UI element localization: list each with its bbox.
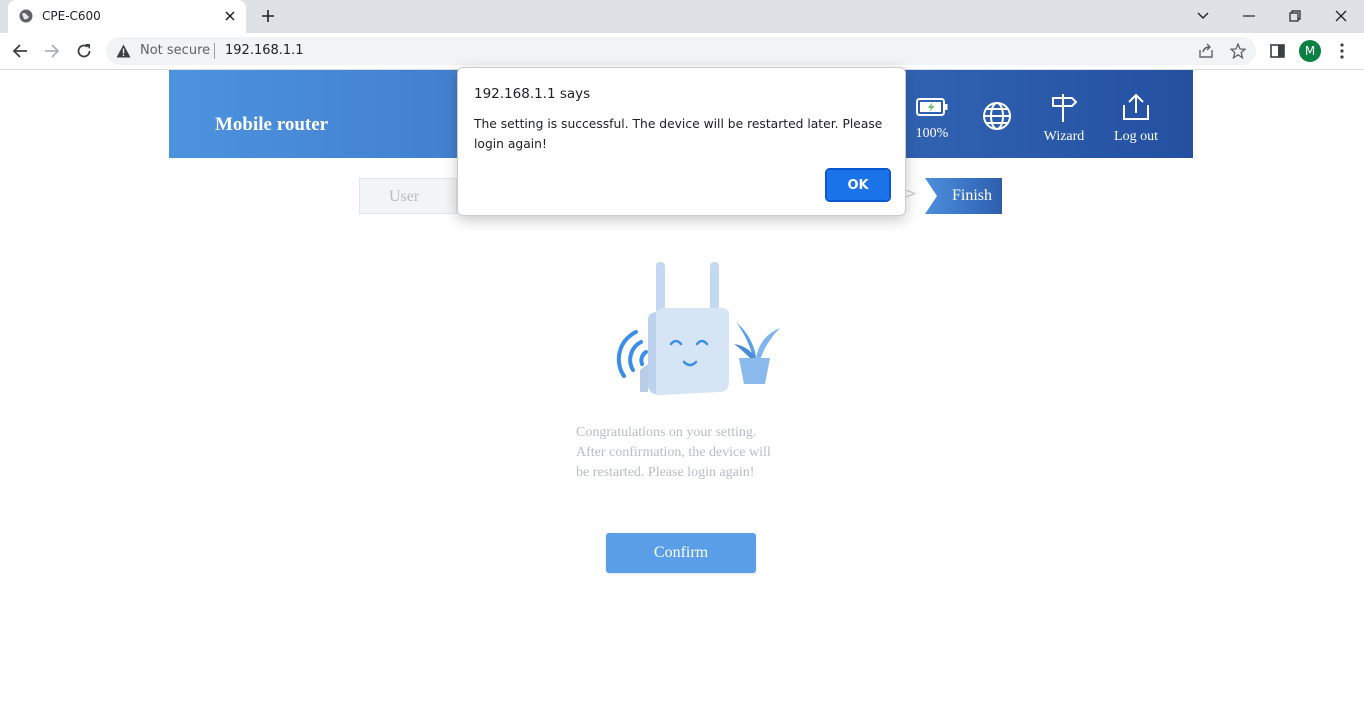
- back-arrow-icon[interactable]: [8, 39, 32, 63]
- profile-avatar[interactable]: M: [1299, 40, 1321, 62]
- brand-title: Mobile router: [215, 114, 329, 135]
- message-line-2: After confirmation, the device will: [576, 445, 771, 460]
- warning-icon: [116, 44, 131, 58]
- security-label[interactable]: Not secure: [140, 43, 210, 58]
- dialog-message: The setting is successful. The device wi…: [474, 117, 883, 151]
- globe-favicon-icon: [19, 9, 33, 23]
- kebab-menu-icon[interactable]: [1331, 40, 1353, 62]
- battery-icon: [916, 98, 948, 121]
- logout-label: Log out: [1114, 129, 1158, 144]
- battery-status: 100%: [902, 70, 962, 158]
- minimize-icon[interactable]: [1237, 4, 1261, 28]
- tab-close-icon[interactable]: [222, 8, 238, 24]
- step-finish: Finish: [925, 178, 1002, 214]
- tab-title: CPE-C600: [42, 9, 101, 23]
- side-panel-icon[interactable]: [1266, 40, 1288, 62]
- new-tab-icon[interactable]: [258, 6, 278, 26]
- message-line-1: Congratulations on your setting.: [576, 425, 757, 440]
- message-line-3: be restarted. Please login again!: [576, 465, 755, 480]
- dialog-title: 192.168.1.1 says: [474, 86, 591, 102]
- tab-search-chevron-icon[interactable]: [1191, 4, 1215, 28]
- step-user-label: User: [389, 188, 420, 205]
- close-window-icon[interactable]: [1329, 4, 1353, 28]
- wizard-label: Wizard: [1043, 129, 1085, 144]
- logout-button[interactable]: Log out: [1107, 70, 1165, 158]
- step-finish-label: Finish: [952, 187, 993, 204]
- globe-icon[interactable]: [982, 101, 1012, 136]
- url-text[interactable]: 192.168.1.1: [225, 43, 304, 58]
- browser-toolbar: Not secure 192.168.1.1 M: [0, 33, 1364, 70]
- browser-tab-strip: CPE-C600: [0, 0, 1364, 33]
- forward-arrow-icon[interactable]: [40, 39, 64, 63]
- omnibox-divider: [214, 43, 215, 59]
- restore-icon[interactable]: [1283, 4, 1307, 28]
- bookmark-star-icon[interactable]: [1228, 41, 1248, 61]
- confirm-button[interactable]: Confirm: [606, 533, 756, 573]
- step-arrow: >: [905, 186, 917, 202]
- dialog-ok-button[interactable]: OK: [825, 168, 891, 202]
- language-button[interactable]: [977, 70, 1017, 158]
- share-icon[interactable]: [1196, 41, 1216, 61]
- router-illustration: [600, 258, 785, 400]
- congratulations-message: Congratulations on your setting. After c…: [576, 423, 786, 483]
- logout-upload-icon: [1122, 93, 1150, 126]
- step-user: User: [359, 178, 457, 214]
- reload-icon[interactable]: [72, 39, 96, 63]
- alert-dialog: 192.168.1.1 says The setting is successf…: [457, 67, 906, 216]
- address-bar[interactable]: Not secure 192.168.1.1: [106, 37, 1256, 65]
- battery-percent: 100%: [915, 126, 949, 141]
- browser-tab[interactable]: CPE-C600: [8, 0, 246, 33]
- wizard-button[interactable]: Wizard: [1035, 70, 1093, 158]
- signpost-icon: [1050, 93, 1078, 128]
